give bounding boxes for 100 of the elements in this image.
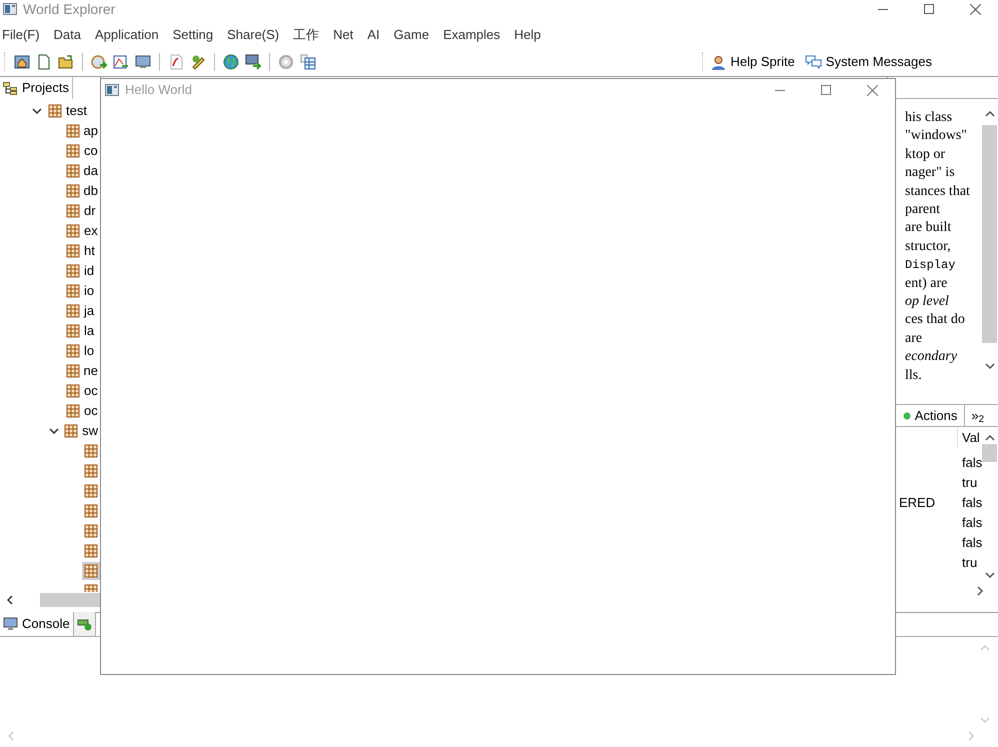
menu-item[interactable]: Help (514, 24, 541, 44)
doc-text: stances that (904, 182, 971, 201)
tree-item[interactable]: ht (64, 242, 97, 260)
package-icon (66, 324, 80, 338)
close-icon (970, 4, 980, 14)
menu-item[interactable]: Net (333, 24, 354, 44)
doc-text: ktop or (904, 146, 946, 164)
menu-item[interactable]: Game (394, 24, 430, 44)
doc-text: are (904, 330, 924, 348)
package-icon (84, 564, 98, 578)
table-cell-text: tru (961, 474, 978, 492)
chevron-down-icon[interactable] (32, 108, 42, 114)
tree-item[interactable]: io (64, 282, 96, 300)
projects-tab[interactable]: Projects (0, 77, 73, 99)
maximize-icon (821, 85, 831, 95)
person-icon (711, 54, 726, 70)
package-icon (66, 184, 80, 198)
tree-item[interactable]: ap (64, 122, 100, 140)
folder-tree-icon (3, 82, 18, 94)
package-icon (66, 304, 80, 318)
dot-icon (902, 412, 911, 420)
tree-item[interactable]: ja (64, 302, 96, 320)
doc-text: ent) are (904, 274, 948, 293)
tree-item[interactable] (82, 542, 100, 560)
globe-icon[interactable] (222, 53, 240, 71)
app-icon (3, 3, 17, 15)
table-cell-text: fals (961, 494, 981, 512)
table-cell-text: ERED (899, 494, 936, 512)
actions-tab[interactable]: Actions (900, 404, 960, 426)
tree-item[interactable]: ne (64, 362, 100, 380)
tree-item[interactable] (82, 442, 100, 460)
doc-text: econdary (904, 348, 958, 366)
table-cell-text: fals (961, 534, 981, 552)
tree-item[interactable]: lo (64, 342, 96, 360)
package-icon (84, 444, 98, 458)
column-header: Val (957, 428, 981, 448)
folder-icon[interactable] (57, 53, 75, 71)
tree-item[interactable] (82, 522, 100, 540)
table-icon[interactable] (299, 53, 317, 71)
package-icon (66, 124, 80, 138)
menu-item[interactable]: Application (95, 24, 159, 44)
tree-item[interactable]: oc (64, 402, 100, 420)
tree-item[interactable]: da (64, 162, 100, 180)
scrollbar-thumb[interactable] (40, 593, 100, 607)
overflow-tab[interactable]: »$_{2}$ (964, 404, 994, 426)
table-cell-text: fals (961, 514, 981, 532)
menu-item[interactable]: AI (367, 24, 380, 44)
chart-icon[interactable] (112, 53, 130, 71)
package-icon (66, 284, 80, 298)
tree-item[interactable]: test (46, 102, 89, 120)
menu-item[interactable]: Share(S) (227, 24, 280, 44)
package-icon (84, 504, 98, 518)
package-icon (66, 244, 80, 258)
doc-text: Display (904, 257, 956, 274)
chevron-down-icon[interactable] (49, 428, 60, 434)
tree-item[interactable]: ex (64, 222, 100, 240)
tree-item[interactable] (82, 462, 100, 480)
menu-item[interactable]: Setting (172, 24, 214, 44)
package-icon (84, 464, 98, 478)
tree-item[interactable] (82, 502, 100, 520)
tree-item[interactable] (82, 482, 100, 500)
maximize-icon (924, 4, 934, 14)
menu-item[interactable]: Examples (443, 24, 500, 44)
monitor-arrow-icon[interactable] (244, 53, 262, 71)
tree-item[interactable]: co (64, 142, 100, 160)
tree-item[interactable]: la (64, 322, 96, 340)
tree-item[interactable] (82, 562, 100, 580)
app-icon (105, 84, 119, 96)
panel-tab[interactable] (74, 612, 96, 636)
package-icon (48, 104, 62, 118)
doc-text: his class (904, 109, 954, 127)
house-icon[interactable] (13, 53, 31, 71)
menu-item[interactable]: Data (54, 24, 82, 44)
system-messages-button[interactable]: System Messages (804, 52, 932, 72)
doc-text: "windows" (904, 127, 968, 146)
help-sprite-button[interactable]: Help Sprite (711, 52, 795, 72)
menu-item[interactable]: File(F) (2, 24, 40, 44)
package-icon (66, 344, 80, 358)
tree-item[interactable]: id (64, 262, 96, 280)
monitor-icon[interactable] (134, 53, 152, 71)
package-icon (66, 164, 80, 178)
console-tab[interactable]: Console (0, 612, 74, 636)
doc-text: lls. (904, 366, 923, 385)
tree-item[interactable]: oc (64, 382, 100, 400)
package-icon (66, 264, 80, 278)
scrollbar-thumb[interactable] (982, 444, 997, 462)
run-icon (76, 617, 92, 631)
package-icon (66, 224, 80, 238)
package-icon (64, 424, 78, 438)
scrollbar-thumb[interactable] (982, 125, 997, 343)
table-cell-text: tru (961, 554, 978, 572)
tree-item[interactable]: dr (64, 202, 98, 220)
doc-text: ces that do (904, 311, 966, 330)
tree-item[interactable]: db (64, 182, 100, 200)
chat-icon (804, 54, 822, 70)
package-icon (84, 484, 98, 498)
tree-item[interactable]: sw (62, 422, 100, 440)
package-icon (66, 204, 80, 218)
menu-item[interactable]: 工作 (293, 24, 320, 44)
package-icon (84, 524, 98, 538)
